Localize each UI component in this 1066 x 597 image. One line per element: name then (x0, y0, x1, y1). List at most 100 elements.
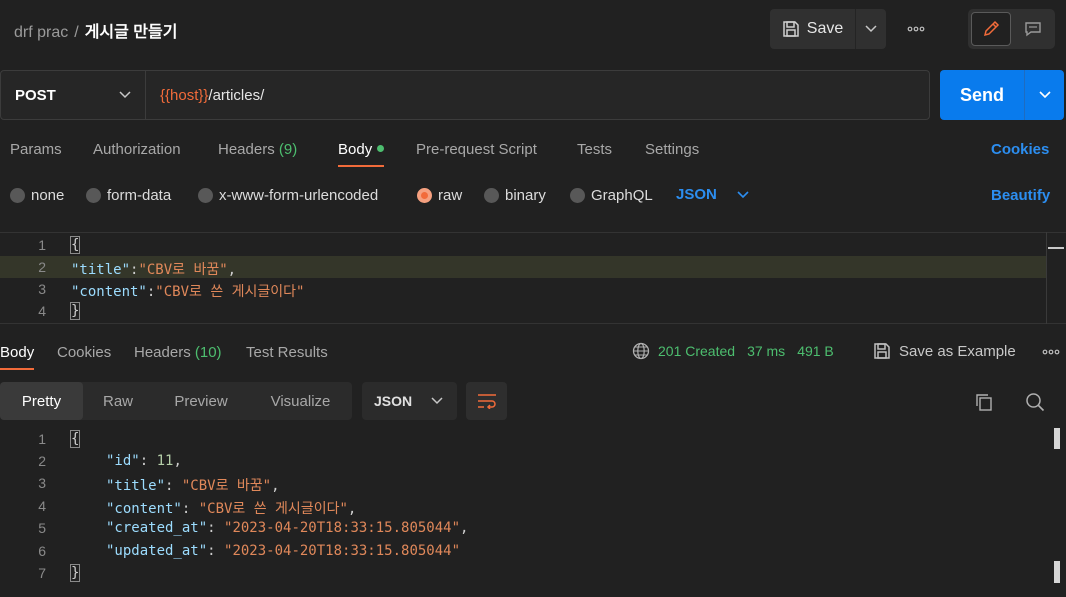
tab-body-label: Body (338, 141, 373, 158)
response-status: 201 Created 37 ms 491 B (632, 342, 834, 360)
method-label: POST (15, 86, 56, 104)
request-editor-scrollbar[interactable] (1046, 232, 1064, 324)
search-icon (1026, 393, 1045, 412)
tab-settings[interactable]: Settings (645, 141, 699, 158)
tab-params[interactable]: Params (10, 141, 62, 158)
tab-pre-request-script[interactable]: Pre-request Script (416, 141, 537, 158)
code-text: "title":"CBV로 바꿈", (71, 262, 237, 278)
json-number: 11 (156, 453, 174, 469)
tab-authorization[interactable]: Authorization (93, 141, 181, 158)
breadcrumb-collection[interactable]: drf prac (14, 24, 68, 41)
raw-format-select[interactable]: JSON (676, 186, 749, 203)
radio-raw[interactable]: raw (417, 187, 462, 204)
save-button[interactable]: Save (770, 9, 856, 49)
scrollbar-marker (1048, 247, 1064, 249)
beautify-link[interactable]: Beautify (991, 187, 1050, 204)
edit-mode-button[interactable] (971, 12, 1011, 46)
json-string: "CBV로 바꿈" (138, 262, 228, 278)
code-line: 1 { (0, 234, 1046, 256)
send-button[interactable]: Send (940, 70, 1025, 120)
radio-circle (10, 188, 25, 203)
radio-binary[interactable]: binary (484, 187, 546, 204)
view-tab-raw[interactable]: Raw (83, 382, 153, 420)
code-text: "updated_at": "2023-04-20T18:33:15.80504… (106, 543, 461, 559)
save-options-button[interactable] (856, 9, 886, 49)
floppy-disk-icon (783, 21, 799, 37)
json-key: "created_at" (106, 520, 208, 536)
url-variable: {{host}} (160, 86, 209, 104)
status-code[interactable]: 201 Created (658, 343, 735, 359)
radio-urlencoded-label: x-www-form-urlencoded (219, 187, 379, 204)
pencil-icon (983, 20, 1000, 37)
response-tab-body[interactable]: Body (0, 344, 35, 370)
view-tab-pretty[interactable]: Pretty (0, 382, 83, 420)
radio-graphql[interactable]: GraphQL (570, 187, 653, 204)
line-number: 3 (38, 475, 46, 491)
line-number: 4 (38, 498, 46, 514)
cookies-link[interactable]: Cookies (991, 141, 1049, 158)
wrap-lines-button[interactable] (466, 382, 507, 420)
code-line: 7 } (0, 562, 1046, 584)
radio-form-data[interactable]: form-data (86, 187, 171, 204)
code-text: { (69, 430, 81, 448)
more-options-button[interactable] (902, 18, 930, 40)
search-button[interactable] (1023, 390, 1047, 414)
json-string: "2023-04-20T18:33:15.805044" (224, 520, 461, 536)
response-format-select[interactable]: JSON (362, 382, 457, 420)
code-line: 3 "title": "CBV로 바꿈", (0, 472, 1046, 494)
code-line: 4 } (0, 300, 1046, 322)
body-type-radios: none form-data x-www-form-urlencoded raw… (0, 182, 1066, 210)
chevron-down-icon (119, 91, 131, 99)
send-group: Send (940, 70, 1064, 120)
url-input[interactable]: {{host}}/articles/ (146, 71, 929, 119)
json-open-brace: { (69, 236, 81, 254)
code-line-highlighted: 2 "title":"CBV로 바꿈", (0, 256, 1046, 278)
code-text: { (69, 236, 81, 254)
tab-headers[interactable]: Headers (9) (218, 141, 297, 158)
copy-icon (976, 394, 992, 411)
radio-circle (570, 188, 585, 203)
view-tab-visualize[interactable]: Visualize (249, 382, 352, 420)
json-string: "2023-04-20T18:33:15.805044" (224, 543, 461, 559)
line-number: 2 (38, 453, 46, 469)
save-as-example-label: Save as Example (899, 342, 1016, 360)
code-text: } (69, 302, 81, 320)
request-name[interactable]: 게시글 만들기 (85, 24, 178, 41)
line-number: 6 (38, 543, 46, 559)
radio-none[interactable]: none (10, 187, 64, 204)
json-close-brace: } (69, 302, 81, 320)
tab-body[interactable]: Body (338, 141, 385, 167)
ellipsis-icon (907, 26, 925, 32)
response-size[interactable]: 491 B (797, 343, 834, 359)
code-line: 6 "updated_at": "2023-04-20T18:33:15.805… (0, 540, 1046, 562)
radio-binary-label: binary (505, 187, 546, 204)
copy-button[interactable] (972, 390, 996, 414)
response-time[interactable]: 37 ms (747, 343, 785, 359)
code-line: 3 "content":"CBV로 쓴 게시글이다" (0, 278, 1046, 300)
request-body-editor[interactable]: 1 { 2 "title":"CBV로 바꿈", 3 "content":"CB… (0, 232, 1066, 324)
ellipsis-icon (1042, 349, 1060, 355)
response-body-viewer[interactable]: 1 { 2 "id": 11, 3 "title": "CBV로 바꿈", 4 … (0, 427, 1066, 597)
response-tab-test-results[interactable]: Test Results (246, 344, 328, 361)
response-tab-headers-label: Headers (134, 344, 191, 361)
view-tab-preview[interactable]: Preview (153, 382, 249, 420)
save-as-example-button[interactable]: Save as Example (873, 342, 1016, 360)
tab-tests[interactable]: Tests (577, 141, 612, 158)
floppy-disk-icon (874, 343, 890, 359)
json-key: "content" (106, 501, 182, 517)
comment-mode-button[interactable] (1014, 12, 1052, 46)
response-tab-cookies[interactable]: Cookies (57, 344, 111, 361)
radio-urlencoded[interactable]: x-www-form-urlencoded (198, 187, 378, 204)
response-tab-headers[interactable]: Headers (10) (134, 344, 222, 361)
code-text: "created_at": "2023-04-20T18:33:15.80504… (106, 520, 469, 536)
json-close-brace: } (69, 564, 81, 582)
response-format-label: JSON (374, 393, 413, 409)
response-scrollbar-top[interactable] (1054, 428, 1060, 449)
response-more-button[interactable] (1040, 344, 1062, 360)
chevron-down-icon (737, 190, 749, 198)
globe-icon[interactable] (632, 342, 650, 360)
json-string: "CBV로 쓴 게시글이다" (198, 501, 348, 517)
method-select[interactable]: POST (1, 71, 146, 119)
send-options-button[interactable] (1025, 70, 1064, 120)
response-scrollbar-bottom[interactable] (1054, 561, 1060, 583)
